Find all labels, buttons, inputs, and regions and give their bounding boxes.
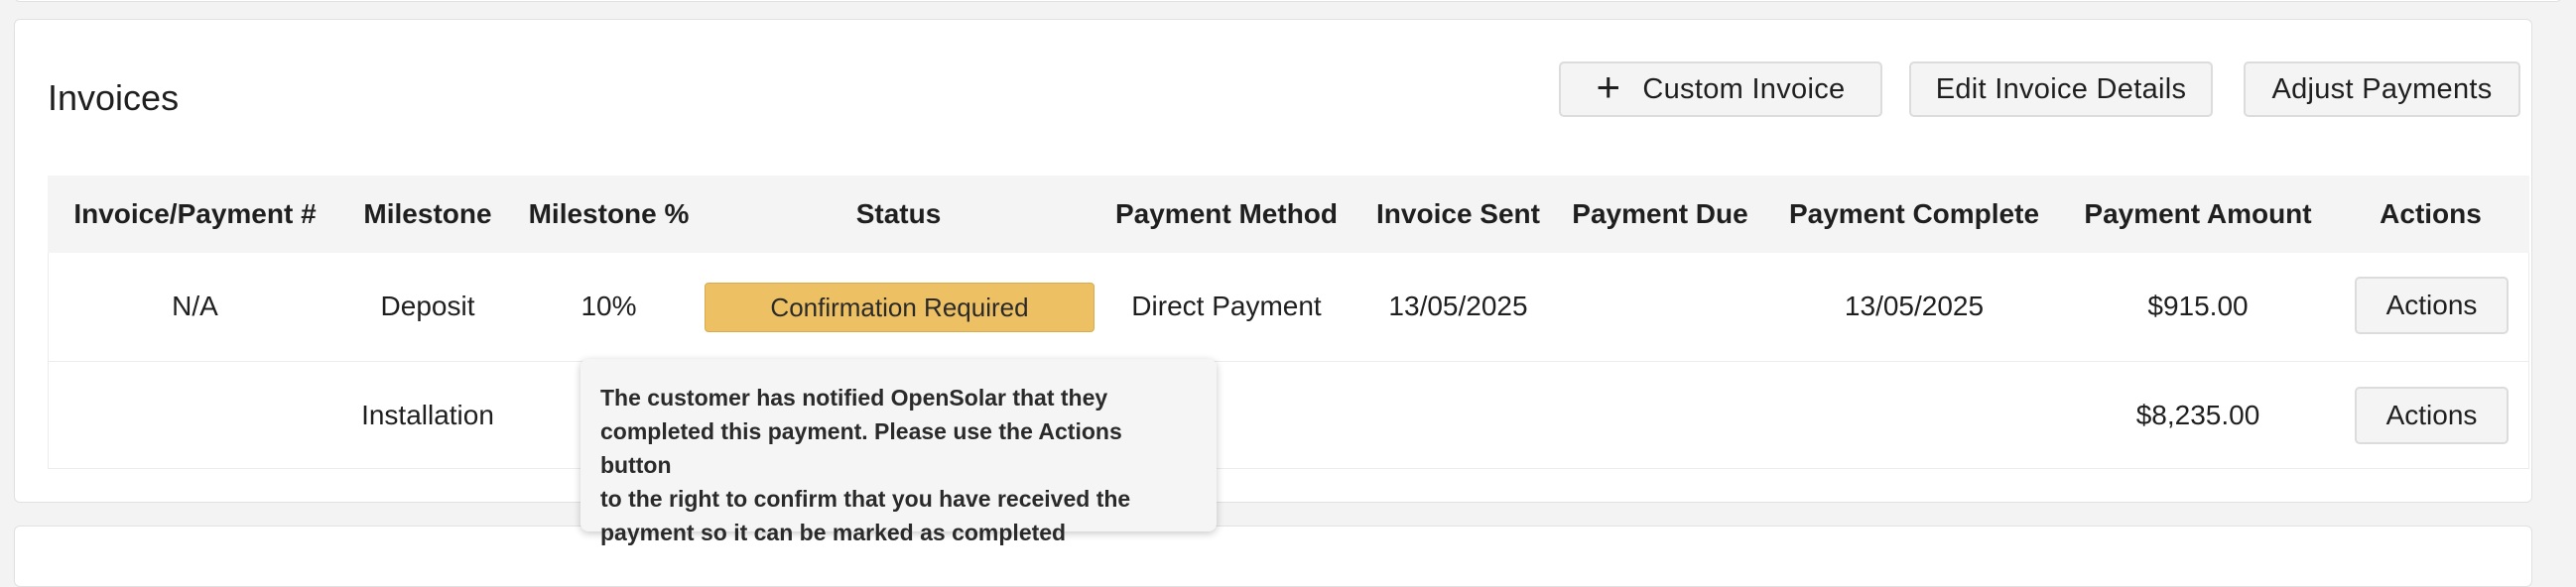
row2-milestone: Installation — [361, 400, 494, 430]
edit-invoice-details-button[interactable]: Edit Invoice Details — [1909, 61, 2213, 117]
header-milestone: Milestone — [363, 198, 492, 229]
custom-invoice-button[interactable]: + Custom Invoice — [1559, 61, 1882, 117]
row2-amount: $8,235.00 — [2135, 400, 2260, 430]
header-payment-complete: Payment Complete — [1788, 198, 2040, 229]
row1-payment-method: Direct Payment — [1131, 291, 1322, 321]
row2-actions-button[interactable]: Actions — [2355, 387, 2509, 444]
section-title: Invoices — [48, 77, 180, 118]
header-payment-amount: Payment Amount — [2084, 198, 2312, 229]
tooltip-line: completed this payment. Please use the A… — [600, 418, 1122, 478]
row1-invoice-sent: 13/05/2025 — [1388, 291, 1528, 321]
row1-payment-due — [1556, 252, 1764, 361]
status-tooltip: The customer has notified OpenSolar that… — [580, 359, 1217, 545]
status-badge[interactable]: Confirmation Required — [705, 283, 1095, 332]
row2-invoice-number — [48, 361, 342, 470]
header-milestone-pct: Milestone % — [528, 198, 690, 229]
row1-amount: $915.00 — [2147, 291, 2249, 321]
header-invoice-number: Invoice/Payment # — [73, 198, 317, 229]
tooltip-line: The customer has notified OpenSolar that… — [600, 385, 1108, 411]
row1-milestone-pct: 10% — [580, 291, 637, 321]
row1-invoice-number: N/A — [172, 291, 218, 321]
header-payment-method: Payment Method — [1114, 198, 1339, 229]
adjust-payments-button[interactable]: Adjust Payments — [2244, 61, 2520, 117]
header-status: Status — [855, 198, 942, 229]
header-payment-due: Payment Due — [1572, 198, 1748, 229]
header-actions: Actions — [2380, 198, 2482, 229]
row1-milestone: Deposit — [380, 291, 475, 321]
tooltip-line: to the right to confirm that you have re… — [600, 486, 1131, 512]
tooltip-line: payment so it can be marked as completed — [600, 520, 1067, 545]
row1-payment-complete: 13/05/2025 — [1844, 291, 1985, 321]
row1-actions-button[interactable]: Actions — [2355, 277, 2509, 334]
header-invoice-sent: Invoice Sent — [1376, 198, 1540, 229]
previous-card-edge — [14, 0, 2562, 2]
plus-icon: + — [1596, 63, 1621, 110]
custom-invoice-label: Custom Invoice — [1642, 72, 1846, 105]
next-card-edge — [14, 526, 2532, 587]
